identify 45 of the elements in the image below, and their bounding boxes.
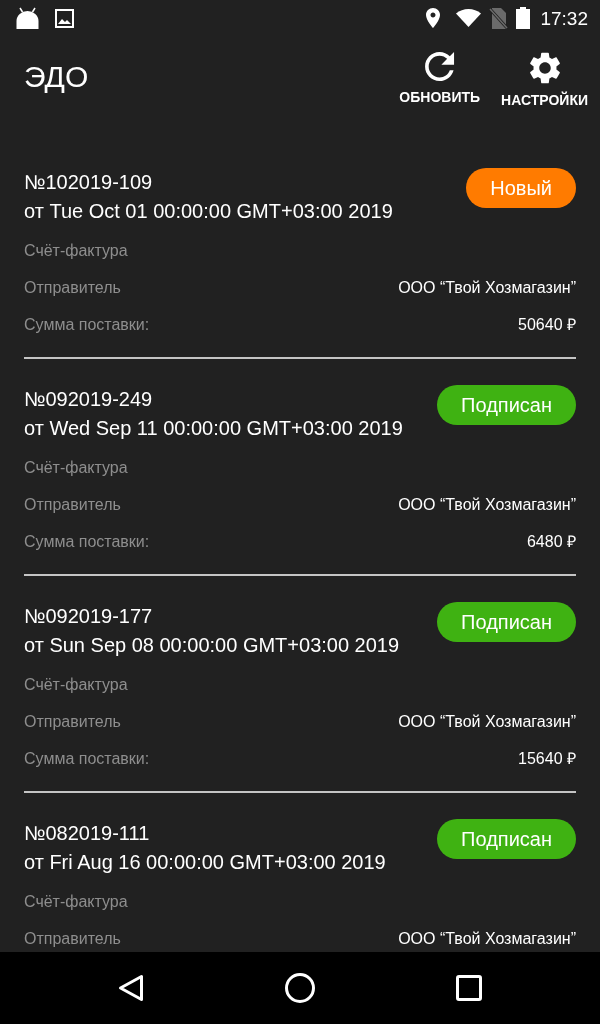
document-date: от Tue Oct 01 00:00:00 GMT+03:00 2019: [24, 199, 394, 224]
app-title: ЭДО: [24, 62, 90, 92]
amount-label: Сумма поставки:: [24, 748, 150, 769]
document-date: от Wed Sep 11 00:00:00 GMT+03:00 2019: [24, 416, 404, 441]
location-pin-icon: [426, 8, 441, 28]
image-icon: [55, 8, 74, 28]
amount-value: 15640 ₽: [518, 748, 576, 769]
sender-label: Отправитель: [24, 928, 121, 949]
recent-apps-icon[interactable]: [455, 975, 482, 1001]
refresh-icon: [424, 52, 455, 81]
amount-label: Сумма поставки:: [24, 314, 150, 335]
no-sim-icon: [489, 7, 509, 29]
settings-icon: [529, 52, 560, 84]
document-type: Счёт-фактура: [24, 240, 128, 261]
document-number: №092019-249: [24, 387, 154, 412]
home-icon[interactable]: [285, 973, 315, 1003]
status-badge: Подписан: [437, 602, 576, 642]
document-date: от Fri Aug 16 00:00:00 GMT+03:00 2019: [24, 850, 387, 875]
document-date: от Sun Sep 08 00:00:00 GMT+03:00 2019: [24, 633, 401, 658]
back-icon[interactable]: [118, 974, 145, 1002]
wifi-icon: [456, 9, 482, 27]
sender-label: Отправитель: [24, 711, 121, 732]
document-number: №092019-177: [24, 604, 154, 629]
sender-label: Отправитель: [24, 494, 121, 515]
status-badge: Новый: [466, 168, 576, 208]
document-type: Счёт-фактура: [24, 674, 128, 695]
settings-button[interactable]: НАСТРОЙКИ: [495, 52, 594, 107]
sender-name: ООО “Твой Хозмагазин”: [398, 494, 576, 515]
amount-value: 6480 ₽: [526, 531, 576, 552]
document-type: Счёт-фактура: [24, 891, 128, 912]
sender-name: ООО “Твой Хозмагазин”: [398, 277, 576, 298]
status-time: 17:32: [540, 8, 588, 28]
document-number: №082019-111: [24, 821, 151, 846]
android-icon: [16, 7, 39, 29]
sender-label: Отправитель: [24, 277, 121, 298]
battery-icon: [516, 7, 531, 29]
status-badge: Подписан: [437, 385, 576, 425]
sender-name: ООО “Твой Хозмагазин”: [398, 928, 576, 949]
status-badge: Подписан: [437, 819, 576, 859]
document-number: №102019-109: [24, 170, 154, 195]
document-type: Счёт-фактура: [24, 457, 128, 478]
amount-label: Сумма поставки:: [24, 531, 150, 552]
refresh-button[interactable]: ОБНОВИТЬ: [393, 52, 487, 104]
sender-name: ООО “Твой Хозмагазин”: [398, 711, 576, 732]
amount-value: 50640 ₽: [518, 314, 576, 335]
